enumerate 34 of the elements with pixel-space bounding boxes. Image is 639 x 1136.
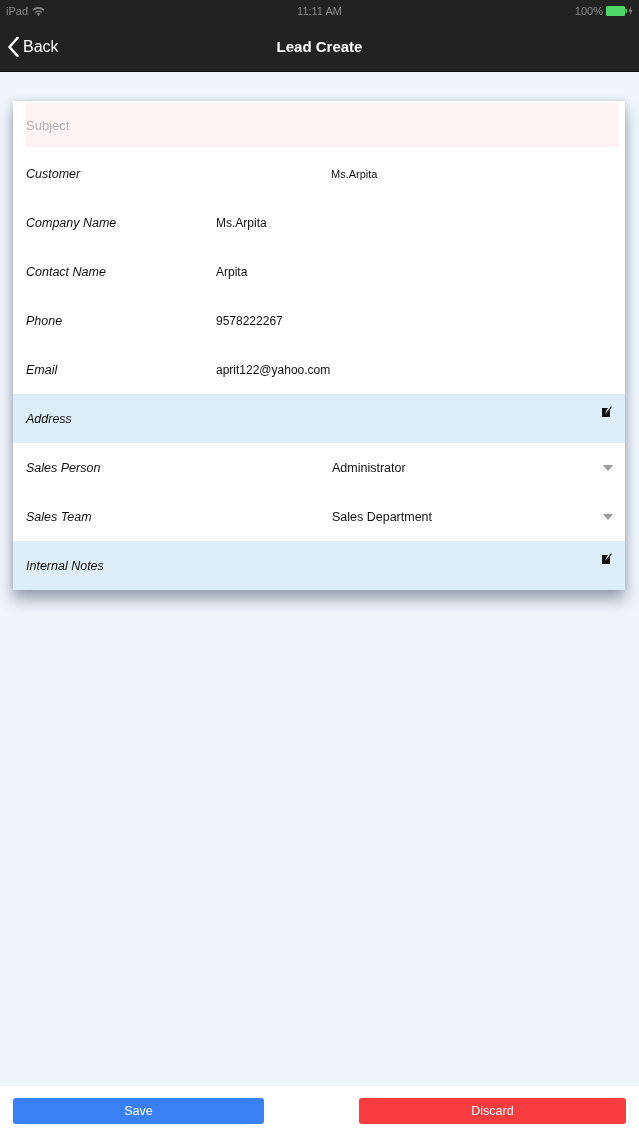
discard-button[interactable]: Discard (359, 1098, 626, 1124)
note-row[interactable]: Internal Notes (13, 541, 625, 590)
back-link[interactable]: Back (8, 36, 59, 57)
field-value[interactable]: aprit122@yahoo.com (216, 362, 331, 377)
field-label: Internal Notes (26, 558, 104, 573)
dropdown-value[interactable]: Sales Department (332, 509, 433, 524)
battery-percent: 100% (574, 5, 603, 17)
note-row[interactable]: Address (13, 394, 625, 443)
clock-time: 11:11 AM (297, 5, 342, 17)
device-name: iPad (6, 5, 29, 17)
field-label: Customer (26, 166, 82, 181)
caret-icon[interactable] (603, 513, 613, 520)
dropdown-value[interactable]: Administrator (332, 460, 406, 475)
edit-icon[interactable] (602, 406, 612, 417)
edit-icon[interactable] (602, 553, 612, 564)
back-label[interactable]: Back (23, 37, 59, 56)
page-title: Lead Create (276, 38, 363, 55)
field-label: Phone (26, 313, 64, 328)
field-value[interactable]: Arpita (216, 264, 248, 279)
wifi-icon (32, 6, 46, 16)
subject-field[interactable]: Subject (26, 103, 619, 147)
save-button[interactable]: Save (13, 1098, 264, 1124)
battery-charging-icon (606, 6, 633, 16)
field-label: Sales Team (26, 509, 93, 524)
field-label: Address (26, 411, 72, 426)
field-label: Sales Person (26, 460, 102, 475)
caret-icon[interactable] (603, 464, 613, 471)
field-label: Contact Name (26, 264, 107, 279)
back-chevron-icon[interactable] (8, 36, 19, 57)
field-label: Email (26, 362, 59, 377)
customer-value[interactable]: Ms.Arpita (331, 167, 378, 180)
field-value[interactable]: Ms.Arpita (216, 215, 267, 230)
field-label: Company Name (26, 215, 118, 230)
field-value[interactable]: 9578222267 (216, 313, 283, 328)
